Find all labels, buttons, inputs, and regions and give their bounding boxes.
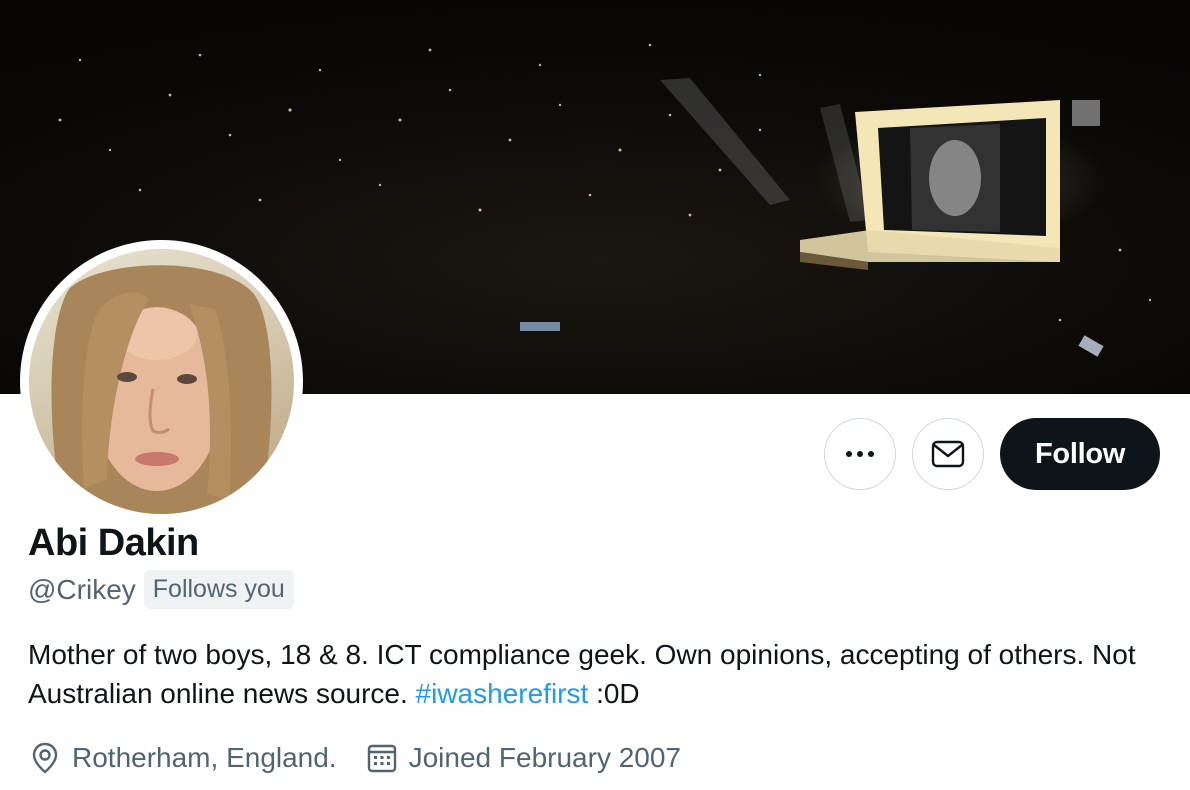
envelope-icon <box>931 440 965 468</box>
joined-text: Joined February 2007 <box>408 742 682 773</box>
profile-handle-row: @Crikey Follows you <box>28 570 294 609</box>
message-button[interactable] <box>912 418 984 490</box>
profile-avatar[interactable] <box>20 240 303 523</box>
profile-joined-date: Joined February 2007 <box>365 741 681 775</box>
map-pin-icon <box>28 741 62 775</box>
location-text: Rotherham, England. <box>72 742 337 773</box>
profile-display-name: Abi Dakin <box>28 522 199 564</box>
bio-suffix: :0D <box>596 678 640 709</box>
profile-handle: @Crikey <box>28 573 136 605</box>
follow-button[interactable]: Follow <box>1000 418 1160 490</box>
more-horizontal-icon <box>846 451 874 457</box>
bio-hashtag-link[interactable]: #iwasherefirst <box>416 678 589 709</box>
follows-you-badge: Follows you <box>143 570 294 609</box>
profile-location: Rotherham, England. <box>28 741 337 775</box>
calendar-icon <box>365 741 399 775</box>
avatar-photo <box>29 249 294 514</box>
profile-meta-row: Rotherham, England. Joined February 2007 <box>28 736 681 780</box>
more-options-button[interactable] <box>824 418 896 490</box>
profile-bio: Mother of two boys, 18 & 8. ICT complian… <box>28 635 1148 713</box>
